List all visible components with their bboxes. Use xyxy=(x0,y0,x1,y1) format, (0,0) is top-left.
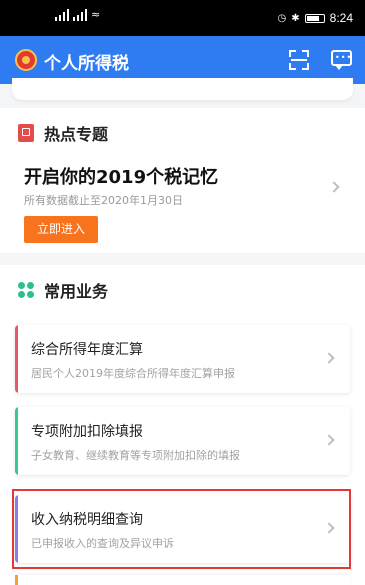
service-card-annual-settlement[interactable]: 综合所得年度汇算 居民个人2019年度综合所得年度汇算申报 xyxy=(15,325,350,393)
chevron-right-icon xyxy=(323,434,335,446)
service-description: 子女教育、继续教育等专项附加扣除的填报 xyxy=(31,449,240,462)
hot-topic-title[interactable]: 开启你的2019个税记忆 xyxy=(24,163,218,189)
signal-icon xyxy=(55,9,69,21)
service-card-special-deduction[interactable]: 专项附加扣除填报 子女教育、继续教育等专项附加扣除的填报 xyxy=(15,407,350,475)
next-card-edge xyxy=(15,575,350,585)
status-time: 8:24 xyxy=(329,11,353,25)
status-icons-right: ◷ ✱ 8:24 xyxy=(278,11,353,25)
hot-topics-title: 热点专题 xyxy=(44,125,109,144)
common-services-header: 常用业务 xyxy=(18,279,108,301)
main-content: 热点专题 开启你的2019个税记忆 所有数据截止至2020年1月30日 立即进入… xyxy=(0,78,365,585)
wifi-icon: ≈ xyxy=(91,8,101,21)
service-description: 居民个人2019年度综合所得年度汇算申报 xyxy=(31,367,235,380)
battery-icon xyxy=(304,13,325,23)
service-title: 收入纳税明细查询 xyxy=(31,512,143,528)
chevron-right-icon[interactable] xyxy=(328,181,340,193)
bookmark-icon xyxy=(18,124,34,142)
hot-topics-section: 热点专题 开启你的2019个税记忆 所有数据截止至2020年1月30日 立即进入 xyxy=(0,108,365,253)
card-accent xyxy=(15,495,18,563)
app-title: 个人所得税 xyxy=(44,54,129,74)
service-card-income-tax-query[interactable]: 收入纳税明细查询 已申报收入的查询及异议申诉 xyxy=(15,495,350,563)
app-header: 个人所得税 ••• xyxy=(0,36,365,84)
chevron-right-icon xyxy=(323,522,335,534)
message-button[interactable]: ••• xyxy=(330,48,354,72)
alarm-icon: ◷ xyxy=(277,12,287,24)
card-accent xyxy=(15,407,18,475)
tax-emblem-icon xyxy=(15,49,37,71)
hot-topics-header: 热点专题 xyxy=(18,122,108,144)
common-services-title: 常用业务 xyxy=(44,282,109,301)
service-title: 专项附加扣除填报 xyxy=(31,424,143,440)
chevron-right-icon xyxy=(323,352,335,364)
status-bar: ≈ ◷ ✱ 8:24 xyxy=(0,0,365,36)
grid-icon xyxy=(18,282,34,298)
scan-button[interactable] xyxy=(287,48,311,72)
status-icons-left: ≈ xyxy=(55,9,100,21)
hot-topic-subtitle: 所有数据截止至2020年1月30日 xyxy=(24,194,183,207)
previous-card-edge xyxy=(12,78,353,100)
enter-now-button[interactable]: 立即进入 xyxy=(24,216,98,243)
service-description: 已申报收入的查询及异议申诉 xyxy=(31,537,174,550)
card-accent xyxy=(15,325,18,393)
bluetooth-icon: ✱ xyxy=(291,12,300,24)
signal-icon xyxy=(73,9,87,21)
service-title: 综合所得年度汇算 xyxy=(31,342,143,358)
